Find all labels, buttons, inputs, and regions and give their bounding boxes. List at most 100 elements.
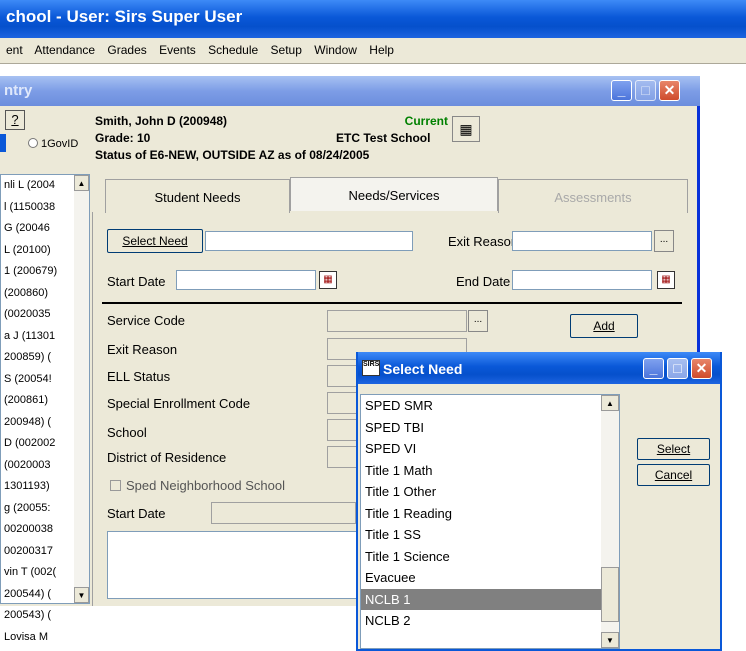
need-list-scrollbar[interactable]: ▲ ▼ bbox=[601, 395, 619, 648]
add-label: Add bbox=[593, 319, 615, 333]
district-field[interactable] bbox=[327, 446, 357, 468]
menu-item-attendance[interactable]: Attendance bbox=[34, 43, 95, 57]
start-date-2-field[interactable] bbox=[211, 502, 356, 524]
tab-student-needs[interactable]: Student Needs bbox=[105, 179, 290, 213]
need-option[interactable]: Title 1 Science bbox=[361, 546, 603, 568]
child-window-title: ntry bbox=[4, 82, 33, 99]
student-list-item[interactable]: 200544) ( bbox=[1, 584, 74, 606]
tab-needs-services[interactable]: Needs/Services bbox=[290, 177, 498, 211]
student-list-item[interactable]: 1301193) bbox=[1, 476, 74, 498]
menu-item-events[interactable]: Events bbox=[159, 43, 196, 57]
student-list-item[interactable]: G (20046 bbox=[1, 218, 74, 240]
school-label: School bbox=[107, 425, 147, 440]
sirs-app-icon: SIRS bbox=[362, 360, 380, 376]
student-list-item[interactable]: L (20100) bbox=[1, 240, 74, 262]
scroll-down-icon[interactable]: ▼ bbox=[601, 632, 619, 648]
student-list-item[interactable]: 200948) ( bbox=[1, 412, 74, 434]
end-date-field[interactable] bbox=[512, 270, 652, 290]
service-code-browse-button[interactable]: ... bbox=[468, 310, 488, 332]
service-code-field[interactable] bbox=[327, 310, 467, 332]
need-option[interactable]: Title 1 Other bbox=[361, 481, 603, 503]
student-list-item[interactable]: Lovisa M bbox=[1, 627, 74, 649]
scroll-thumb[interactable] bbox=[601, 567, 619, 622]
student-grade: Grade: 10 bbox=[95, 131, 151, 145]
ell-status-label: ELL Status bbox=[107, 369, 171, 384]
need-option[interactable]: SPED SMR bbox=[361, 395, 603, 417]
ell-status-field[interactable] bbox=[327, 365, 357, 387]
need-option[interactable]: Evacuee bbox=[361, 567, 603, 589]
need-options-list[interactable]: SPED SMR SPED TBI SPED VI Title 1 Math T… bbox=[360, 394, 620, 649]
exit-reason-field[interactable] bbox=[512, 231, 652, 251]
menu-item-window[interactable]: Window bbox=[314, 43, 357, 57]
special-enrollment-label: Special Enrollment Code bbox=[107, 396, 251, 411]
student-list-item[interactable]: (0020035 bbox=[1, 304, 74, 326]
calendar-icon[interactable]: ▦ bbox=[657, 271, 675, 289]
govid-radio[interactable]: 1GovID bbox=[28, 138, 78, 150]
exit-reason-browse-button[interactable]: ... bbox=[654, 230, 674, 252]
tab-assessments[interactable]: Assessments bbox=[498, 179, 688, 213]
student-list-item[interactable]: (0020003 bbox=[1, 455, 74, 477]
dialog-close-button[interactable]: ✕ bbox=[691, 358, 712, 379]
dialog-cancel-button[interactable]: Cancel bbox=[637, 464, 710, 486]
need-option[interactable]: Title 1 Reading bbox=[361, 503, 603, 525]
scroll-up-icon[interactable]: ▲ bbox=[601, 395, 619, 411]
student-list[interactable]: nli L (2004 l (1150038 G (20046 L (20100… bbox=[0, 174, 90, 643]
maximize-button[interactable]: □ bbox=[635, 80, 656, 101]
special-enrollment-field[interactable] bbox=[327, 392, 357, 414]
student-list-item[interactable]: 1 (200679) bbox=[1, 261, 74, 283]
menu-item-setup[interactable]: Setup bbox=[271, 43, 302, 57]
dialog-select-button[interactable]: Select bbox=[637, 438, 710, 460]
scroll-up-icon[interactable]: ▲ bbox=[74, 175, 89, 191]
student-list-item[interactable]: D (002002 bbox=[1, 433, 74, 455]
notes-textarea[interactable] bbox=[107, 531, 357, 599]
student-card-icon[interactable]: ▦ bbox=[452, 116, 480, 142]
minimize-button[interactable]: _ bbox=[611, 80, 632, 101]
student-list-scrollbar[interactable]: ▲ ▼ bbox=[74, 175, 89, 603]
dialog-maximize-button[interactable]: □ bbox=[667, 358, 688, 379]
menu-item-help[interactable]: Help bbox=[369, 43, 394, 57]
cancel-button-label: Cancel bbox=[654, 468, 693, 482]
dialog-minimize-button[interactable]: _ bbox=[643, 358, 664, 379]
help-button[interactable]: ? bbox=[5, 110, 25, 130]
start-date-label: Start Date bbox=[107, 274, 166, 289]
school-field[interactable] bbox=[327, 419, 357, 441]
radio-circle-icon bbox=[28, 138, 38, 148]
select-need-button[interactable]: Select Need bbox=[107, 229, 203, 253]
need-option[interactable]: Title 1 Math bbox=[361, 460, 603, 482]
end-date-label: End Date bbox=[456, 274, 511, 289]
sped-neighborhood-checkbox[interactable]: Sped Neighborhood School bbox=[110, 478, 285, 493]
student-list-item[interactable]: 200859) ( bbox=[1, 347, 74, 369]
student-list-item[interactable]: 00200317 bbox=[1, 541, 74, 563]
need-option[interactable]: SPED TBI bbox=[361, 417, 603, 439]
close-button[interactable]: ✕ bbox=[659, 80, 680, 101]
student-list-item[interactable]: a J (11301 bbox=[1, 326, 74, 348]
need-option[interactable]: Title 1 SS bbox=[361, 524, 603, 546]
student-list-item[interactable]: S (20054! bbox=[1, 369, 74, 391]
select-need-dialog: Select Need SIRS _ □ ✕ SPED SMR SPED TBI… bbox=[356, 352, 722, 651]
dialog-title: Select Need bbox=[383, 361, 463, 377]
start-date-2-label: Start Date bbox=[107, 506, 166, 521]
need-field[interactable] bbox=[205, 231, 413, 251]
checkbox-icon bbox=[110, 480, 121, 491]
student-list-item[interactable]: (200861) bbox=[1, 390, 74, 412]
add-button[interactable]: Add bbox=[570, 314, 638, 338]
student-list-item[interactable]: (200860) bbox=[1, 283, 74, 305]
student-list-item[interactable]: 200543) ( bbox=[1, 605, 74, 627]
student-list-item[interactable]: 00200038 bbox=[1, 519, 74, 541]
need-option[interactable]: NCLB 2 bbox=[361, 610, 603, 632]
start-date-field[interactable] bbox=[176, 270, 316, 290]
student-list-item[interactable]: l (1150038 bbox=[1, 197, 74, 219]
student-status: Status of E6-NEW, OUTSIDE AZ as of 08/24… bbox=[95, 148, 370, 162]
current-status-label: Current bbox=[404, 114, 448, 128]
menu-item-grades[interactable]: Grades bbox=[107, 43, 146, 57]
menu-item-student[interactable]: ent bbox=[6, 43, 23, 57]
need-option-selected[interactable]: NCLB 1 bbox=[361, 588, 603, 610]
calendar-icon[interactable]: ▦ bbox=[319, 271, 337, 289]
menu-bar: ent Attendance Grades Events Schedule Se… bbox=[0, 38, 746, 64]
student-list-item[interactable]: vin T (002( bbox=[1, 562, 74, 584]
scroll-down-icon[interactable]: ▼ bbox=[74, 587, 89, 603]
need-option[interactable]: SPED VI bbox=[361, 438, 603, 460]
menu-item-schedule[interactable]: Schedule bbox=[208, 43, 258, 57]
student-list-item[interactable]: nli L (2004 bbox=[1, 175, 74, 197]
student-list-item[interactable]: g (20055: bbox=[1, 498, 74, 520]
